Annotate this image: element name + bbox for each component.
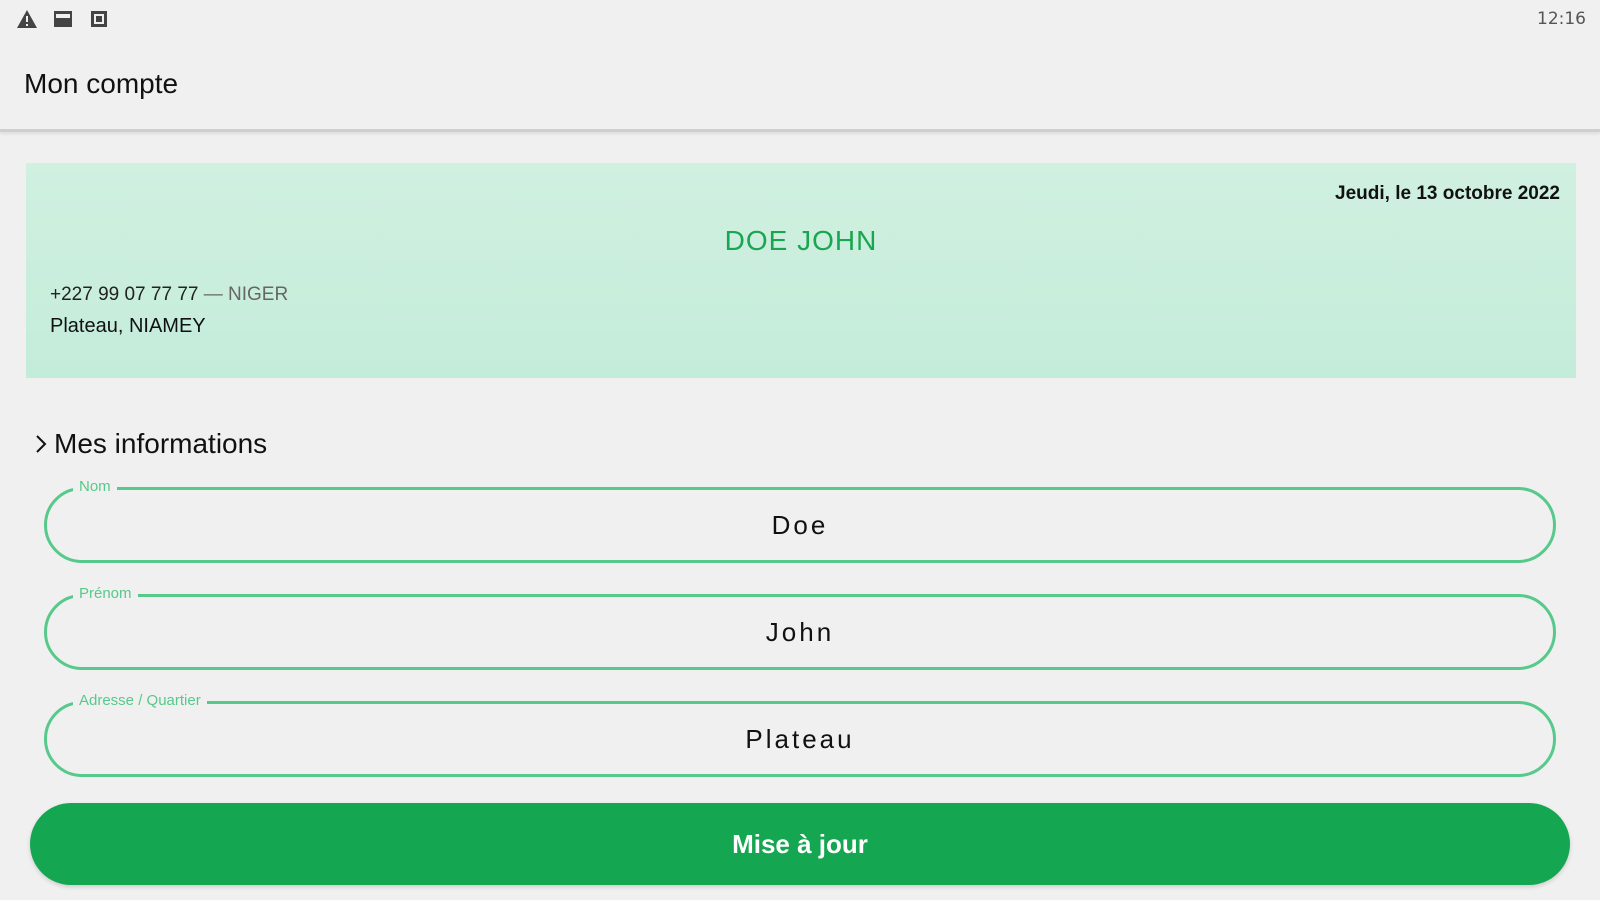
section-title: Mes informations — [54, 428, 268, 459]
section-header-mes-informations[interactable]: Mes informations — [34, 428, 267, 460]
phone-number: +227 99 07 77 77 — [50, 284, 199, 305]
phone-separator: — — [198, 284, 229, 305]
prenom-field[interactable]: Prénom John — [44, 585, 1556, 670]
adresse-field[interactable]: Adresse / Quartier Plateau — [44, 692, 1556, 777]
chevron-right-icon — [34, 431, 50, 457]
image-icon — [52, 8, 74, 30]
adresse-field-value[interactable]: Plateau — [47, 704, 1553, 774]
page-title: Mon compte — [24, 67, 179, 99]
country: NIGER — [228, 284, 289, 305]
update-button[interactable]: Mise à jour — [30, 803, 1570, 885]
profile-address: Plateau, NIAMEY — [50, 315, 206, 337]
profile-name: DOE JOHN — [724, 225, 878, 256]
app-bar: Mon compte — [0, 38, 1600, 132]
update-button-label: Mise à jour — [732, 828, 868, 859]
nom-field[interactable]: Nom Doe — [44, 478, 1556, 563]
profile-phone-line: +227 99 07 77 77 — NIGER — [50, 284, 288, 306]
prenom-field-value[interactable]: John — [47, 597, 1553, 667]
status-bar: 12:16 — [0, 0, 1600, 38]
screenshot-icon — [88, 8, 110, 30]
status-time: 12:16 — [1537, 9, 1586, 29]
profile-card: Jeudi, le 13 octobre 2022 DOE JOHN +227 … — [26, 163, 1576, 378]
warning-icon — [16, 8, 38, 30]
profile-date: Jeudi, le 13 octobre 2022 — [1335, 183, 1560, 204]
nom-field-value[interactable]: Doe — [47, 490, 1553, 560]
status-icons — [16, 8, 110, 30]
